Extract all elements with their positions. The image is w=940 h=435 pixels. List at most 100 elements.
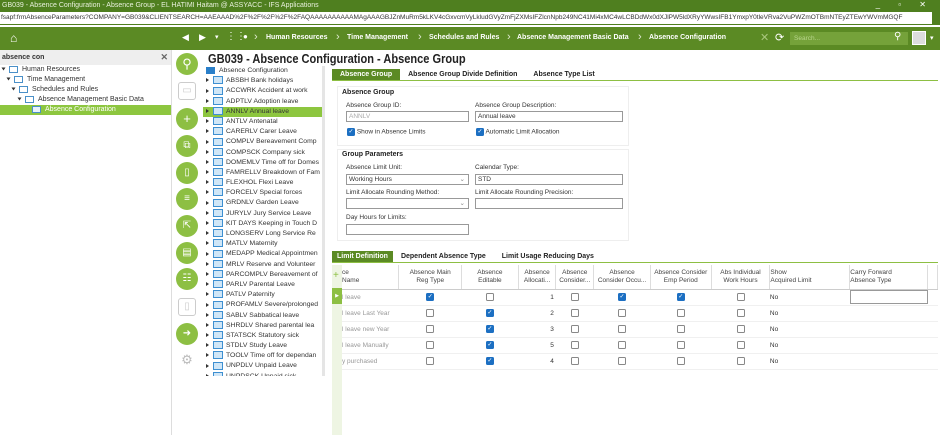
checkbox[interactable] (618, 357, 627, 365)
tree-item[interactable]: JURYLV Jury Service Leave (203, 208, 322, 219)
carry-forward-cell[interactable] (849, 305, 928, 322)
expand-icon[interactable] (206, 149, 209, 154)
expand-icon[interactable] (206, 333, 209, 338)
tree-item[interactable]: COMPSCK Company sick (203, 147, 322, 158)
tree-item[interactable]: MATLV Maternity (203, 239, 322, 249)
checkbox[interactable]: ✓ (485, 357, 494, 365)
expand-icon[interactable] (206, 221, 209, 226)
checkbox[interactable] (676, 325, 685, 333)
breadcrumb-absence-config[interactable]: Absence Configuration (649, 34, 726, 41)
rounding-precision-field[interactable] (475, 198, 623, 209)
checkbox[interactable] (570, 309, 579, 317)
checkbox[interactable] (570, 325, 579, 333)
checkbox[interactable]: ✓ (485, 325, 494, 333)
absence-group-id-field[interactable]: ANNLV (346, 111, 469, 122)
search-input[interactable]: Search... (790, 32, 908, 45)
checkbox[interactable] (426, 357, 435, 365)
table-row[interactable]: l leave Last Year ✓ 2 No (342, 305, 938, 322)
expand-icon[interactable] (206, 282, 209, 287)
form-icon[interactable]: ▭ (178, 82, 196, 100)
tree-item[interactable]: ABSBH Bank holidays (203, 76, 322, 86)
address-bar[interactable]: fsapf:frmAbsenceParameters?COMPANY=GB039… (0, 11, 940, 25)
tab-type-list[interactable]: Absence Type List (525, 69, 602, 80)
column-header[interactable]: Carry Forward Absence Type (849, 265, 929, 290)
export-icon[interactable]: ⇱ (176, 215, 198, 237)
duplicate-icon[interactable]: ⧉ (176, 135, 198, 157)
tab-absence-group[interactable]: Absence Group (332, 69, 401, 80)
tree-item[interactable]: FLEXHOL Flexi Leave (203, 178, 322, 188)
navigate-icon[interactable]: ➜ (176, 323, 198, 345)
window-controls[interactable]: _ ▫ ✕ (876, 0, 934, 9)
tree-item[interactable]: PATLV Paternity (203, 290, 322, 300)
checkbox[interactable] (618, 309, 627, 317)
expand-icon[interactable] (206, 210, 209, 215)
expand-icon[interactable] (206, 363, 209, 368)
nav-item-human-resources[interactable]: Human Resources (0, 65, 171, 75)
checkbox[interactable] (676, 341, 685, 349)
expand-icon[interactable] (206, 292, 209, 297)
connections-icon[interactable]: ⚙ (178, 352, 196, 370)
column-header[interactable]: Absence Main Reg Type (398, 265, 462, 290)
user-menu-chevron-icon[interactable]: ▾ (930, 34, 934, 42)
tree-item[interactable]: SHRDLV Shared parental lea (203, 320, 322, 331)
breadcrumb-time-management[interactable]: Time Management (347, 34, 408, 41)
nav-item-absence-config[interactable]: Absence Configuration (0, 105, 171, 115)
expand-icon[interactable] (206, 139, 209, 144)
nav-item-time-management[interactable]: Time Management (0, 75, 171, 85)
navigator-search-value[interactable]: absence con (2, 54, 44, 61)
checkbox[interactable]: ✓ (426, 293, 435, 301)
search-icon[interactable]: ⚲ (894, 31, 901, 42)
expand-icon[interactable] (206, 108, 209, 113)
column-header[interactable]: Absence Consider Occu... (593, 265, 651, 290)
nav-item-schedules-rules[interactable]: Schedules and Rules (0, 85, 171, 95)
search-action-icon[interactable]: ⚲ (176, 53, 198, 75)
expand-icon[interactable] (206, 322, 209, 327)
tab-limit-usage[interactable]: Limit Usage Reducing Days (494, 251, 602, 262)
tab-group-divide[interactable]: Absence Group Divide Definition (400, 69, 525, 80)
expand-icon[interactable] (206, 353, 209, 358)
clipboard-icon[interactable]: ▯ (176, 162, 198, 184)
expand-icon[interactable] (206, 98, 209, 103)
tree-item[interactable]: STATSCK Statutory sick (203, 331, 322, 341)
checkbox[interactable]: ✓ (485, 309, 494, 317)
expand-icon[interactable] (206, 261, 209, 266)
forward-icon[interactable]: ▶ (199, 32, 206, 43)
carry-forward-cell[interactable] (849, 337, 928, 354)
tree-item[interactable]: MEDAPP Medical Appointmen (203, 249, 322, 259)
expand-icon[interactable] (206, 271, 209, 276)
checkbox[interactable] (570, 357, 579, 365)
add-icon[interactable]: + (176, 108, 198, 130)
tree-item[interactable]: ANTLV Antenatal (203, 117, 322, 127)
attachment-icon[interactable]: ▯ (178, 298, 196, 316)
column-header[interactable]: Abs Individual Work Hours (711, 265, 771, 290)
tree-item[interactable]: CARERLV Carer Leave (203, 127, 322, 137)
checkbox[interactable] (426, 309, 435, 317)
breadcrumb-human-resources[interactable]: Human Resources (266, 34, 327, 41)
carry-forward-cell[interactable] (849, 321, 928, 338)
expand-icon[interactable] (206, 251, 209, 256)
tree-item[interactable]: PARLV Parental Leave (203, 280, 322, 290)
checkbox[interactable] (736, 341, 745, 349)
table-row[interactable]: y purchased ✓ 4 No (342, 353, 938, 370)
add-row-icon[interactable]: + (333, 270, 339, 281)
column-header[interactable]: Absence Consider Emp Period (650, 265, 712, 290)
checkbox[interactable] (618, 325, 627, 333)
expand-icon[interactable] (206, 241, 209, 246)
absence-limit-unit-select[interactable]: Working Hours ⌄ (346, 174, 469, 185)
checkbox[interactable] (570, 293, 579, 301)
expand-icon[interactable] (206, 373, 209, 376)
tree-item[interactable]: COMPLV Bereavement Comp (203, 137, 322, 147)
checkbox[interactable] (570, 341, 579, 349)
column-header[interactable]: ce Name (342, 265, 400, 290)
avatar[interactable] (912, 31, 926, 45)
expand-icon[interactable] (206, 343, 209, 348)
tree-item[interactable]: FAMRELLV Breakdown of Fam (203, 168, 322, 178)
checkbox[interactable] (736, 357, 745, 365)
expand-icon[interactable] (206, 88, 209, 93)
column-header[interactable]: Absence Allocati... (518, 265, 557, 290)
show-in-limits-checkbox[interactable]: ✓ Show in Absence Limits (347, 128, 425, 136)
clear-icon[interactable]: ✕ (160, 50, 168, 65)
report-icon[interactable]: ▤ (176, 242, 198, 264)
expand-icon[interactable] (206, 119, 209, 124)
home-icon[interactable]: ⌂ (10, 31, 17, 45)
